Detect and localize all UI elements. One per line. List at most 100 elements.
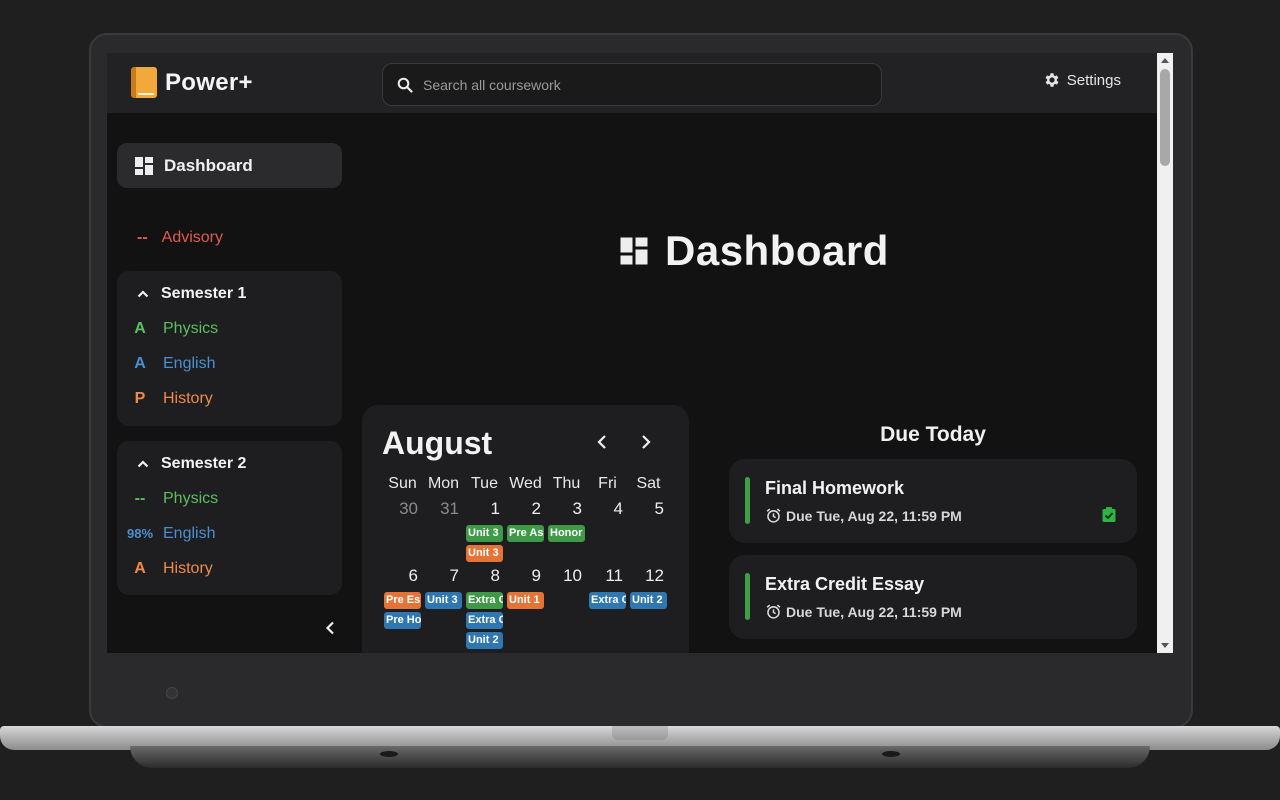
search-bar[interactable] bbox=[382, 63, 882, 106]
calendar-event-chip[interactable]: Unit 3 bbox=[425, 592, 462, 609]
course-name: English bbox=[163, 524, 216, 542]
calendar-day[interactable]: 5 bbox=[628, 499, 669, 566]
semester-1-group: Semester 1 A Physics A English P History bbox=[117, 271, 342, 426]
calendar-day[interactable]: 9 Unit 1 bbox=[505, 566, 546, 652]
dashboard-icon bbox=[135, 156, 153, 175]
sidebar: Dashboard -- Advisory Semester 1 A Physi… bbox=[117, 143, 342, 653]
calendar-prev-button[interactable] bbox=[596, 434, 608, 455]
calendar-day[interactable]: 2 Pre As bbox=[505, 499, 546, 566]
day-number: 30 bbox=[399, 499, 418, 518]
settings-label: Settings bbox=[1066, 71, 1121, 89]
calendar-week: 6 Pre Es Pre Ho 7 Unit 3 8 Extra C Extra C Unit … bbox=[382, 566, 672, 652]
chevron-left-icon bbox=[325, 621, 334, 635]
calendar-event-chip[interactable]: Pre Ho bbox=[384, 612, 421, 629]
page-scrollbar[interactable] bbox=[1157, 53, 1173, 653]
calendar-event-chip[interactable]: Unit 1 bbox=[507, 592, 544, 609]
laptop-foot bbox=[882, 751, 900, 757]
settings-button[interactable]: Settings bbox=[1043, 71, 1121, 89]
dashboard-icon bbox=[620, 237, 648, 265]
calendar-day[interactable]: 10 bbox=[546, 566, 587, 652]
laptop-notch bbox=[612, 726, 668, 740]
course-grade: -- bbox=[137, 229, 148, 246]
chevron-up-icon bbox=[137, 290, 149, 298]
task-due: Due Tue, Aug 22, 11:59 PM bbox=[765, 603, 962, 620]
sidebar-item-advisory[interactable]: -- Advisory bbox=[137, 229, 223, 247]
semester-2-header[interactable]: Semester 2 bbox=[117, 441, 342, 473]
day-number: 2 bbox=[531, 499, 541, 518]
task-status-bar bbox=[745, 573, 750, 620]
calendar-event-chip[interactable]: Honor bbox=[548, 525, 585, 542]
course-name: History bbox=[163, 389, 213, 407]
calendar-day[interactable]: 8 Extra C Extra C Unit 2 bbox=[464, 566, 505, 652]
scroll-down-arrow-icon[interactable] bbox=[1161, 643, 1169, 648]
day-number: 8 bbox=[490, 566, 500, 585]
course-grade: A bbox=[134, 319, 146, 337]
collapse-sidebar-button[interactable] bbox=[325, 621, 335, 640]
page-title: Dashboard bbox=[619, 227, 889, 275]
calendar-day[interactable]: 3 Honor bbox=[546, 499, 587, 566]
day-number: 6 bbox=[408, 566, 418, 585]
due-today-title: Due Today bbox=[880, 423, 986, 446]
day-number: 12 bbox=[645, 566, 664, 585]
calendar-day[interactable]: 7 Unit 3 bbox=[423, 566, 464, 652]
task-due-text: Due Tue, Aug 22, 11:59 PM bbox=[786, 507, 962, 524]
calendar-day[interactable]: 30 bbox=[382, 499, 423, 566]
calendar-next-button[interactable] bbox=[640, 434, 652, 455]
semester-2-group: Semester 2 -- Physics 98% English A Hist… bbox=[117, 441, 342, 595]
task-card[interactable]: Extra Credit Essay Due Tue, Aug 22, 11:5… bbox=[729, 555, 1137, 639]
weekday-label: Tue bbox=[471, 475, 498, 492]
task-due-text: Due Tue, Aug 22, 11:59 PM bbox=[786, 603, 962, 620]
task-name: Final Homework bbox=[765, 478, 905, 498]
day-number: 7 bbox=[449, 566, 459, 585]
calendar-day[interactable]: 6 Pre Es Pre Ho bbox=[382, 566, 423, 652]
task-card[interactable]: Final Homework Due Tue, Aug 22, 11:59 PM bbox=[729, 459, 1137, 543]
top-bar: Power+ Settings bbox=[107, 53, 1157, 113]
day-number: 1 bbox=[490, 499, 500, 518]
sidebar-item-physics[interactable]: -- Physics bbox=[117, 481, 342, 516]
app-logo[interactable]: Power+ bbox=[131, 67, 253, 98]
calendar-week: 30 31 1 Unit 3 Unit 3 2 Pre As 3 Honor 4 5 bbox=[382, 499, 672, 566]
calendar-event-chip[interactable]: Pre Es bbox=[384, 592, 421, 609]
weekday-label: Sat bbox=[636, 475, 661, 492]
sidebar-item-english[interactable]: 98% English bbox=[117, 516, 342, 551]
calendar-event-chip[interactable]: Extra C bbox=[466, 592, 503, 609]
submitted-check-icon bbox=[1102, 507, 1116, 528]
calendar-day[interactable]: 4 bbox=[587, 499, 628, 566]
day-number: 31 bbox=[440, 499, 459, 518]
calendar-event-chip[interactable]: Unit 3 bbox=[466, 525, 503, 542]
course-grade: -- bbox=[134, 489, 146, 507]
calendar-day[interactable]: 12 Unit 2 bbox=[628, 566, 669, 652]
calendar-event-chip[interactable]: Unit 2 bbox=[630, 592, 667, 609]
alarm-clock-icon bbox=[766, 508, 781, 523]
scroll-up-arrow-icon[interactable] bbox=[1161, 58, 1169, 63]
calendar-event-chip[interactable]: Pre As bbox=[507, 525, 544, 542]
calendar-event-chip[interactable]: Extra C bbox=[589, 592, 626, 609]
weekday-label: Fri bbox=[598, 475, 617, 492]
sidebar-item-physics[interactable]: A Physics bbox=[117, 311, 342, 346]
chevron-up-icon bbox=[137, 460, 149, 468]
sidebar-item-history[interactable]: P History bbox=[117, 381, 342, 416]
semester-1-header[interactable]: Semester 1 bbox=[117, 271, 342, 303]
sidebar-item-history[interactable]: A History bbox=[117, 551, 342, 586]
course-name: Advisory bbox=[161, 229, 224, 246]
chevron-left-icon bbox=[597, 435, 606, 449]
calendar-grid: Sun Mon Tue Wed Thu Fri Sat 30 31 1 Unit 3 U… bbox=[382, 475, 672, 652]
calendar-day[interactable]: 1 Unit 3 Unit 3 bbox=[464, 499, 505, 566]
day-number: 5 bbox=[654, 499, 664, 518]
calendar-weeks: 30 31 1 Unit 3 Unit 3 2 Pre As 3 Honor 4 5 6 Pre Es P… bbox=[382, 499, 672, 652]
sidebar-item-english[interactable]: A English bbox=[117, 346, 342, 381]
search-icon bbox=[397, 77, 413, 93]
scroll-thumb[interactable] bbox=[1160, 69, 1170, 166]
calendar-event-chip[interactable]: Unit 2 bbox=[466, 632, 503, 649]
course-name: Physics bbox=[163, 489, 219, 507]
search-input[interactable] bbox=[423, 76, 843, 93]
calendar-day[interactable]: 11 Extra C bbox=[587, 566, 628, 652]
semester-title: Semester 2 bbox=[161, 455, 247, 472]
calendar-day[interactable]: 31 bbox=[423, 499, 464, 566]
weekday-header: Sun Mon Tue Wed Thu Fri Sat bbox=[382, 475, 672, 499]
calendar-event-chip[interactable]: Unit 3 bbox=[466, 545, 503, 562]
alarm-clock-icon bbox=[766, 604, 781, 619]
calendar-event-chip[interactable]: Extra C bbox=[466, 612, 503, 629]
sidebar-item-dashboard[interactable]: Dashboard bbox=[117, 143, 342, 188]
book-icon bbox=[131, 67, 157, 98]
